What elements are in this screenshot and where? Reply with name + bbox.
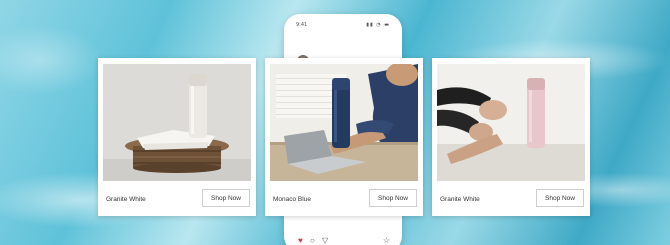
bottle-laptop-illustration <box>270 64 418 181</box>
bookmark-icon[interactable]: ☆ <box>383 236 390 245</box>
phone-status-bar: 9:41 ▮▮ ◔ ▬ <box>296 22 390 30</box>
product-image-yoga-bottle <box>437 64 585 181</box>
product-name: Granite White <box>106 196 146 203</box>
water-background: 9:41 ▮▮ ◔ ▬ ••• ♥ ○ ▽ ☆ <box>0 0 670 245</box>
product-card-granite-white: Granite White Shop Now <box>98 58 256 216</box>
bottle-on-table-illustration <box>103 64 251 181</box>
product-name: Granite White <box>440 196 480 203</box>
bottle-yoga-illustration <box>437 64 585 181</box>
shop-now-button[interactable]: Shop Now <box>536 189 584 207</box>
share-icon[interactable]: ▽ <box>322 236 328 245</box>
status-icons: ▮▮ ◔ ▬ <box>366 22 390 28</box>
shop-now-button[interactable]: Shop Now <box>202 189 250 207</box>
product-image-granite-white <box>103 64 251 181</box>
heart-icon[interactable]: ♥ <box>298 236 303 245</box>
status-time: 9:41 <box>296 22 308 28</box>
post-actions: ♥ ○ ▽ ☆ <box>298 236 390 245</box>
comment-icon[interactable]: ○ <box>310 236 315 245</box>
product-name: Monaco Blue <box>273 196 311 203</box>
product-card-granite-white-pink: Granite White Shop Now <box>432 58 590 216</box>
shop-now-button[interactable]: Shop Now <box>369 189 417 207</box>
product-image-monaco-blue <box>270 64 418 181</box>
product-card-monaco-blue: Monaco Blue Shop Now <box>265 58 423 216</box>
